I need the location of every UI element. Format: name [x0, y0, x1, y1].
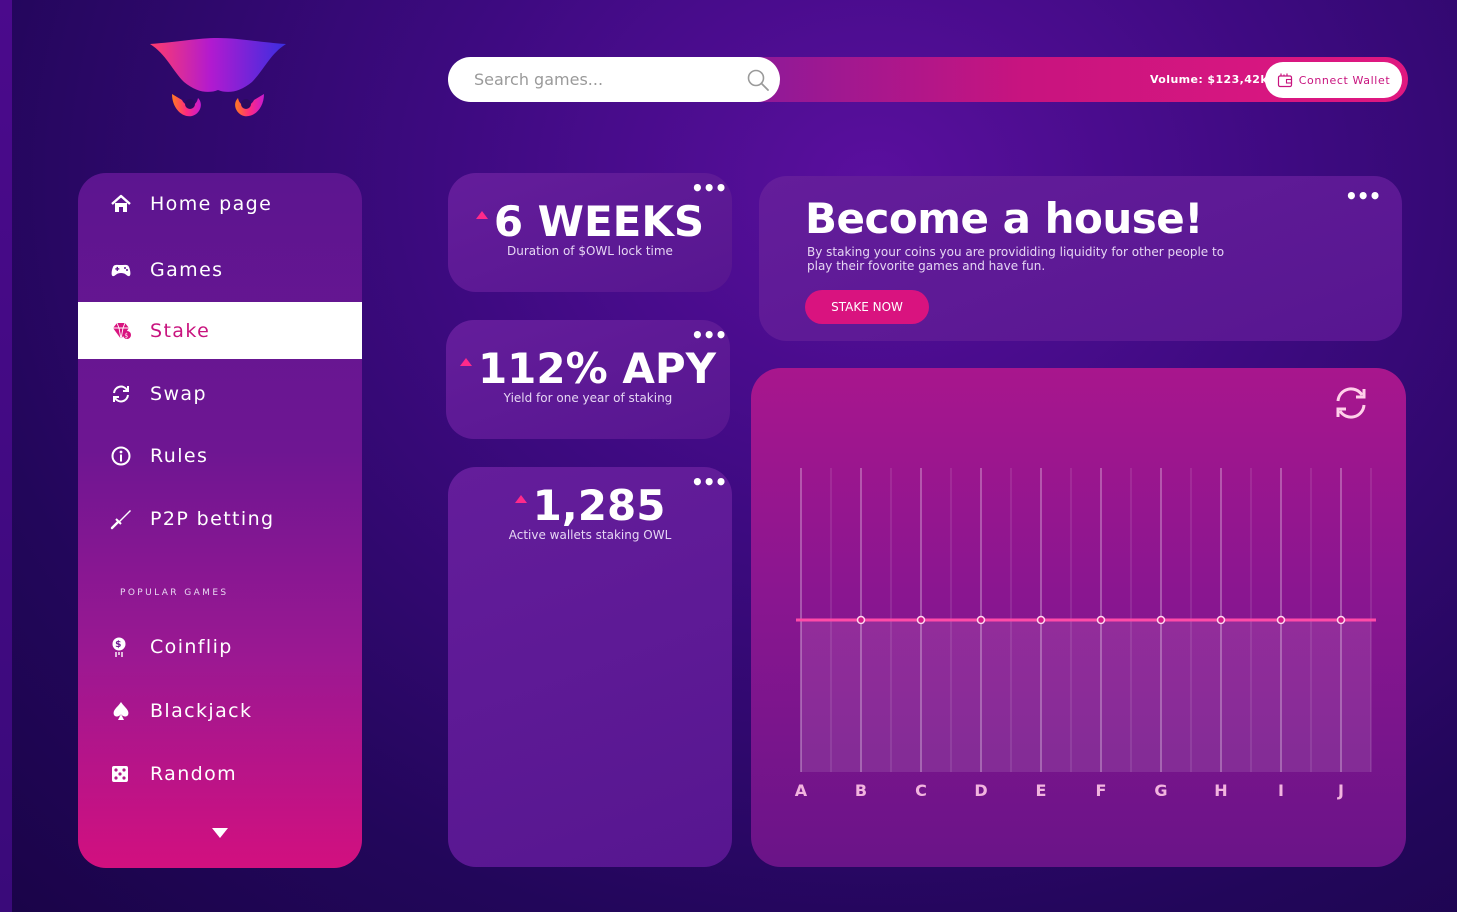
- stat-label: Yield for one year of staking: [503, 391, 673, 405]
- data-point: [1276, 615, 1286, 625]
- x-tick-label: F: [1096, 781, 1107, 800]
- stat-card-active-wallets: ••• 1,285 Active wallets staking OWL: [448, 467, 732, 867]
- x-tick-label: D: [974, 781, 987, 800]
- x-tick-label: A: [795, 781, 808, 800]
- diamond-icon: $: [113, 322, 131, 339]
- stat-value: 6 WEEKS: [493, 197, 705, 246]
- sidebar-item-label: Stake: [150, 319, 211, 342]
- stat-card-lock-time: ••• 6 WEEKS Duration of $OWL lock time: [448, 173, 732, 292]
- connect-wallet-button[interactable]: Connect Wallet: [1265, 62, 1402, 98]
- stat-value-wrap: 112% APY: [446, 344, 730, 393]
- owl-logo: [150, 38, 286, 117]
- swap-icon: [113, 385, 129, 402]
- stat-value-wrap: 1,285: [448, 481, 732, 530]
- promo-description: By staking your coins you are provididin…: [807, 245, 1225, 273]
- sidebar-item-blackjack[interactable]: Blackjack: [78, 682, 362, 739]
- search-input[interactable]: [474, 70, 734, 89]
- x-tick-label: C: [915, 781, 927, 800]
- x-tick-label: H: [1214, 781, 1227, 800]
- data-point: [916, 615, 926, 625]
- line-chart: A B C D E F G H I J: [795, 468, 1376, 800]
- x-tick-label: E: [1036, 781, 1047, 800]
- promo-card: ••• Become a house! By staking your coin…: [759, 176, 1402, 341]
- sidebar-item-label: Coinflip: [150, 635, 233, 658]
- trend-up-icon: [475, 210, 488, 219]
- wallet-icon: [1277, 73, 1292, 88]
- data-point: [1216, 615, 1226, 625]
- chevron-down-icon[interactable]: [211, 827, 229, 839]
- trend-up-icon: [514, 494, 527, 503]
- stat-value: 1,285: [532, 481, 666, 530]
- sidebar-item-rules[interactable]: Rules: [78, 427, 362, 484]
- sidebar-item-label: Games: [150, 258, 224, 281]
- x-tick-label: I: [1278, 781, 1284, 800]
- sidebar-item-label: Rules: [150, 444, 209, 467]
- coin-icon: $: [112, 637, 126, 657]
- x-tick-label: J: [1337, 781, 1344, 800]
- sidebar-item-swap[interactable]: Swap: [78, 365, 362, 422]
- sidebar-item-stake[interactable]: $ Stake: [78, 302, 362, 359]
- gamepad-icon: [111, 264, 131, 276]
- more-options-icon[interactable]: •••: [1345, 186, 1381, 206]
- sidebar-item-games[interactable]: Games: [78, 241, 362, 298]
- popular-games-heading: POPULAR GAMES: [120, 588, 229, 598]
- volume-label: Volume: $123,42k: [1150, 73, 1269, 86]
- stat-value: 112% APY: [477, 344, 717, 393]
- stat-card-apy: ••• 112% APY Yield for one year of staki…: [446, 320, 730, 439]
- trend-up-icon: [459, 357, 472, 366]
- x-tick-label: G: [1154, 781, 1167, 800]
- data-point: [976, 615, 986, 625]
- data-point: [1336, 615, 1346, 625]
- svg-text:$: $: [115, 640, 123, 650]
- sidebar-item-coinflip[interactable]: $ Coinflip: [78, 618, 362, 675]
- data-point: [856, 615, 866, 625]
- sidebar-item-label: Swap: [150, 382, 207, 405]
- connect-wallet-label: Connect Wallet: [1298, 73, 1391, 87]
- window-edge: [0, 0, 12, 912]
- info-icon: [111, 446, 131, 465]
- sidebar-item-label: P2P betting: [150, 507, 275, 530]
- data-point: [1156, 615, 1166, 625]
- sidebar: Home page Games $ Stake Swap Rules P2P b…: [78, 173, 362, 868]
- x-tick-label: B: [855, 781, 867, 800]
- stat-label: Duration of $OWL lock time: [507, 244, 673, 258]
- sidebar-item-p2p-betting[interactable]: P2P betting: [78, 490, 362, 547]
- sidebar-item-label: Blackjack: [150, 699, 253, 722]
- stat-value-wrap: 6 WEEKS: [448, 197, 732, 246]
- sidebar-item-label: Random: [150, 762, 238, 785]
- home-icon: [111, 194, 131, 212]
- data-point: [1096, 615, 1106, 625]
- sidebar-item-home[interactable]: Home page: [78, 175, 362, 232]
- stake-now-button[interactable]: STAKE NOW: [805, 290, 929, 324]
- spade-icon: [113, 701, 129, 720]
- data-point: [1036, 615, 1046, 625]
- sidebar-item-random[interactable]: Random: [78, 745, 362, 802]
- stat-label: Active wallets staking OWL: [508, 528, 672, 542]
- sidebar-item-label: Home page: [150, 192, 273, 215]
- promo-title: Become a house!: [805, 194, 1203, 243]
- area-fill: [801, 620, 1371, 772]
- svg-text:$: $: [124, 332, 129, 339]
- dice-icon: [112, 765, 128, 782]
- dagger-icon: [110, 509, 131, 529]
- more-options-icon[interactable]: •••: [691, 178, 727, 198]
- search-icon[interactable]: [746, 68, 770, 92]
- more-options-icon[interactable]: •••: [691, 325, 727, 345]
- search-bar[interactable]: [448, 57, 780, 102]
